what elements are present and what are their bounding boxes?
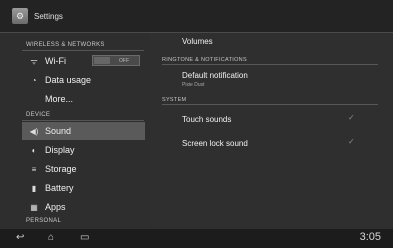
data-usage-icon: ◔ <box>31 75 37 85</box>
screen-lock-sound-checkbox[interactable]: ✓ <box>348 137 355 146</box>
home-icon[interactable]: ⌂ <box>48 232 54 243</box>
sidebar-item-apps[interactable]: ▦ Apps <box>22 198 145 216</box>
section-header-personal: PERSONAL <box>26 218 62 224</box>
sidebar-item-display[interactable]: ◐ Display <box>22 141 145 159</box>
sidebar-item-more[interactable]: More... <box>22 90 145 108</box>
sidebar-item-label: Data usage <box>45 75 92 85</box>
wifi-toggle[interactable]: OFF <box>92 55 140 66</box>
sound-icon: ◀) <box>29 126 39 136</box>
settings-screen: ⚙ Settings WIRELESS & NETWORKS ᯤ Wi-Fi O… <box>0 0 393 248</box>
section-header-device: DEVICE <box>26 112 51 118</box>
touch-sounds-item[interactable]: Touch sounds <box>182 115 231 124</box>
sidebar-item-label: Apps <box>45 202 66 212</box>
divider <box>162 64 378 65</box>
divider <box>22 50 144 51</box>
storage-icon: ≡ <box>31 164 37 174</box>
wifi-icon: ᯤ <box>30 56 38 66</box>
title-bar: ⚙ Settings <box>0 0 393 33</box>
sidebar-item-battery[interactable]: ▮ Battery <box>22 179 145 197</box>
sidebar-item-label: More... <box>45 94 74 104</box>
sidebar-item-data-usage[interactable]: ◔ Data usage <box>22 71 145 89</box>
apps-icon: ▦ <box>30 202 38 212</box>
system-bar: ↩ ⌂ ▭ 3:05 <box>0 229 393 248</box>
volumes-item[interactable]: Volumes <box>182 37 213 46</box>
sidebar-item-label: Display <box>45 145 75 155</box>
sidebar-item-label: Sound <box>45 126 72 136</box>
settings-nav: WIRELESS & NETWORKS ᯤ Wi-Fi OFF ◔ Data u… <box>0 33 150 229</box>
back-icon[interactable]: ↩ <box>16 232 24 243</box>
sidebar-item-wifi[interactable]: ᯤ Wi-Fi OFF <box>22 52 145 70</box>
sidebar-item-label: Battery <box>45 183 74 193</box>
system-header: SYSTEM <box>162 97 187 103</box>
divider <box>22 120 144 121</box>
default-notification-value: Pixie Dust <box>182 82 205 88</box>
touch-sounds-checkbox[interactable]: ✓ <box>348 113 355 122</box>
screen-lock-sound-item[interactable]: Screen lock sound <box>182 139 248 148</box>
ringtone-notifications-header: RINGTONE & NOTIFICATIONS <box>162 57 247 63</box>
settings-icon: ⚙ <box>12 8 28 24</box>
divider <box>162 104 378 105</box>
sidebar-item-label: Wi-Fi <box>45 56 66 66</box>
clock: 3:05 <box>359 231 381 243</box>
default-notification-item[interactable]: Default notification <box>182 71 248 80</box>
sidebar-item-storage[interactable]: ≡ Storage <box>22 160 145 178</box>
display-icon: ◐ <box>31 145 37 155</box>
recent-apps-icon[interactable]: ▭ <box>80 232 89 243</box>
sidebar-item-sound[interactable]: ◀) Sound <box>22 122 145 140</box>
sound-settings-panel: Volumes RINGTONE & NOTIFICATIONS Default… <box>150 33 393 229</box>
page-title: Settings <box>34 11 63 21</box>
sidebar-item-label: Storage <box>45 164 77 174</box>
section-header-wireless: WIRELESS & NETWORKS <box>26 42 105 48</box>
battery-icon: ▮ <box>31 183 37 193</box>
